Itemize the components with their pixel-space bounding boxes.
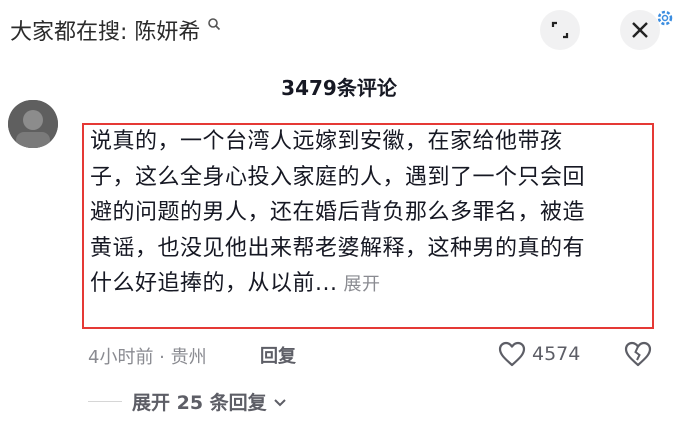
like-count: 4574 bbox=[532, 343, 581, 365]
expand-replies-label: 展开 25 条回复 bbox=[132, 392, 267, 414]
chevron-down-icon bbox=[273, 398, 286, 406]
search-icon bbox=[202, 17, 220, 35]
comment-meta: 4小时前 · 贵州 bbox=[88, 347, 207, 368]
search-suggestion[interactable]: 大家都在搜: 陈妍希 bbox=[10, 14, 221, 46]
divider bbox=[88, 401, 122, 402]
comment-line: 说真的，一个台湾人远嫁到安徽，在家给他带孩 bbox=[90, 129, 563, 154]
expand-comment-link[interactable]: 展开 bbox=[343, 274, 380, 295]
top-bar: 大家都在搜: 陈妍希 bbox=[0, 0, 678, 56]
comment-line: 黄谣，也没见他出来帮老婆解释，这种男的真的有 bbox=[90, 235, 586, 261]
avatar[interactable] bbox=[8, 100, 58, 148]
broken-heart-icon bbox=[624, 341, 652, 367]
close-icon bbox=[632, 22, 648, 38]
dislike-button[interactable] bbox=[624, 340, 652, 368]
comment-line: 避的问题的男人，还在婚后背负那么多罪名，被造 bbox=[90, 200, 586, 225]
comment-line: 子，这么全身心投入家庭的人，遇到了一个只会回 bbox=[90, 164, 586, 190]
reply-button[interactable]: 回复 bbox=[260, 342, 296, 368]
expand-button[interactable] bbox=[540, 10, 580, 50]
comment-line: 什么好追捧的，从以前... bbox=[90, 271, 338, 296]
comment-count-title: 3479条评论 bbox=[281, 76, 397, 100]
settings-gear-icon bbox=[655, 8, 675, 28]
comment-line-last: 什么好追捧的，从以前... 展开 bbox=[90, 266, 646, 303]
heart-icon bbox=[498, 341, 526, 367]
like-button[interactable]: 4574 bbox=[498, 340, 580, 368]
comment-text[interactable]: 说真的，一个台湾人远嫁到安徽，在家给他带孩 子，这么全身心投入家庭的人，遇到了一… bbox=[90, 124, 646, 303]
expand-icon bbox=[551, 21, 569, 39]
expand-replies-button[interactable]: 展开 25 条回复 bbox=[132, 388, 289, 415]
close-button[interactable] bbox=[620, 10, 660, 50]
search-suggestion-text: 大家都在搜: 陈妍希 bbox=[10, 20, 201, 45]
